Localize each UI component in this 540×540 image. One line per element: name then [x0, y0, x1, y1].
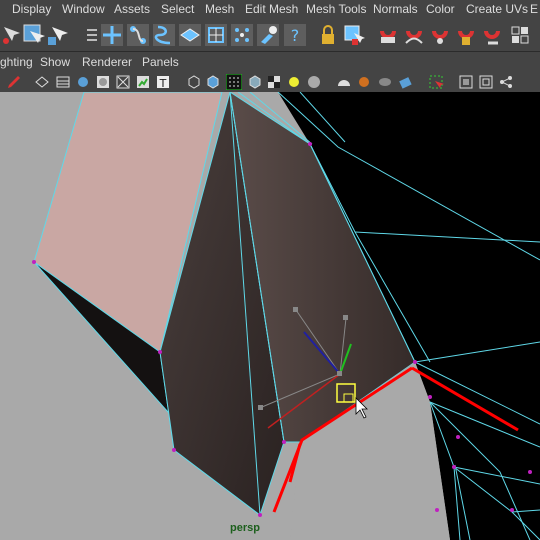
multi-cut-icon[interactable] [178, 23, 202, 47]
field-chart-icon[interactable] [478, 74, 494, 90]
menu-show[interactable]: Show [40, 55, 70, 69]
extrude-icon[interactable] [204, 23, 228, 47]
share-icon[interactable] [498, 74, 514, 90]
lasso-select-icon[interactable] [22, 23, 46, 47]
flat-shade-icon[interactable] [75, 74, 91, 90]
sculpt-icon[interactable] [256, 23, 280, 47]
history-icon[interactable] [480, 23, 504, 47]
move-tool-icon[interactable] [100, 23, 124, 47]
snap-live-icon[interactable] [454, 23, 478, 47]
snap-to-curve-icon[interactable] [376, 23, 400, 47]
paint-select-icon[interactable] [46, 23, 70, 47]
resolution-gate-icon[interactable] [397, 74, 413, 90]
snap-to-point-icon[interactable] [402, 23, 426, 47]
menu-lighting[interactable]: ghting [0, 55, 33, 69]
select-tool-icon[interactable] [0, 23, 24, 47]
mesh-scene[interactable] [0, 92, 540, 540]
shelf-toolbar: ? [0, 19, 540, 52]
depth-of-field-icon[interactable] [356, 74, 372, 90]
shaded-wireframe-icon[interactable] [205, 74, 221, 90]
perspective-viewport[interactable]: persp [0, 92, 540, 540]
curve-tool-icon[interactable] [152, 23, 176, 47]
menu-assets[interactable]: Assets [114, 2, 150, 16]
menu-mesh-tools[interactable]: Mesh Tools [306, 2, 366, 16]
menu-display[interactable]: Display [12, 2, 51, 16]
viewport-toolbar: T [0, 72, 540, 93]
shadows-icon[interactable] [266, 74, 282, 90]
menu-window[interactable]: Window [62, 2, 105, 16]
svg-text:T: T [159, 77, 167, 90]
ambient-occlusion-icon[interactable] [286, 74, 302, 90]
lock-icon[interactable] [316, 23, 340, 47]
menu-select[interactable]: Select [161, 2, 194, 16]
film-gate-icon[interactable] [458, 74, 474, 90]
camera-label: persp [230, 522, 260, 534]
rotate-tool-icon[interactable] [126, 23, 150, 47]
motion-blur-icon[interactable] [306, 74, 322, 90]
menu-panels[interactable]: Panels [142, 55, 179, 69]
xray-joints-icon[interactable] [226, 74, 242, 90]
menu-normals[interactable]: Normals [373, 2, 418, 16]
textured-icon[interactable] [135, 74, 151, 90]
help-icon[interactable]: ? [283, 23, 307, 47]
wireframe-icon[interactable] [34, 74, 50, 90]
menu-renderer[interactable]: Renderer [82, 55, 132, 69]
smooth-shade-icon[interactable] [55, 74, 71, 90]
panel-menu-bar: ghting Show Renderer Panels [0, 52, 540, 72]
render-region-icon[interactable] [508, 23, 532, 47]
menu-create-uvs[interactable]: Create UVs [466, 2, 528, 16]
x-ray-icon[interactable] [115, 74, 131, 90]
grid-icon[interactable] [186, 74, 202, 90]
menu-color[interactable]: Color [426, 2, 455, 16]
menu-mesh[interactable]: Mesh [205, 2, 234, 16]
bounding-box-icon[interactable] [95, 74, 111, 90]
snap-to-view-icon[interactable] [428, 23, 452, 47]
isolate-icon[interactable]: T [155, 74, 171, 90]
lights-icon[interactable] [247, 74, 263, 90]
main-menu-bar: Display Window Assets Select Mesh Edit M… [0, 0, 540, 19]
svg-text:?: ? [291, 26, 300, 45]
component-select-icon[interactable] [342, 23, 366, 47]
anti-alias-icon[interactable] [336, 74, 352, 90]
menu-truncated[interactable]: E [530, 2, 538, 16]
menu-edit-mesh[interactable]: Edit Mesh [245, 2, 298, 16]
bevel-icon[interactable] [230, 23, 254, 47]
camera-gate-icon[interactable] [377, 74, 393, 90]
pencil-icon[interactable] [6, 74, 22, 90]
safe-title-icon[interactable] [428, 74, 444, 90]
